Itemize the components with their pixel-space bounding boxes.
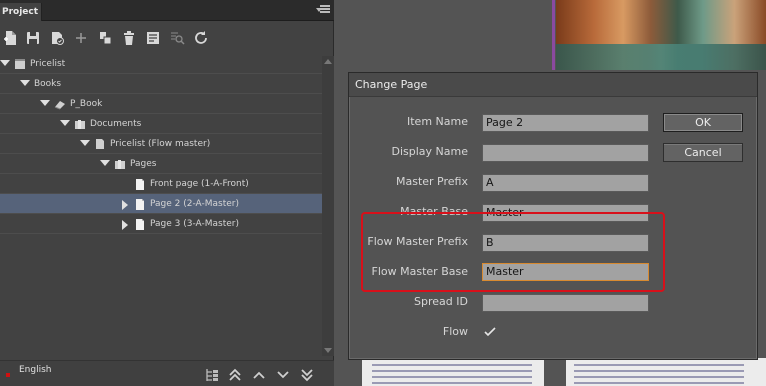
flow-label: Flow	[442, 325, 468, 338]
project-tab[interactable]: Project	[0, 3, 42, 21]
scroll-down-arrow-icon[interactable]	[324, 348, 332, 353]
tree-row[interactable]: Page 2 (2-A-Master)	[0, 194, 322, 214]
cancel-button[interactable]: Cancel	[663, 143, 743, 162]
move-to-bottom-icon[interactable]	[299, 367, 315, 383]
tree-scrollbar[interactable]	[322, 56, 334, 356]
tree-row[interactable]: Front page (1-A-Front)	[0, 174, 322, 194]
expand-triangle-icon[interactable]	[40, 100, 50, 106]
move-to-top-icon[interactable]	[227, 367, 243, 383]
tree-row-label: Front page (1-A-Front)	[150, 179, 249, 189]
language-label[interactable]: English	[19, 365, 52, 375]
tree-row[interactable]: P_Book	[0, 94, 322, 114]
project-toolbar	[0, 26, 334, 50]
spread-id-field[interactable]	[482, 294, 649, 312]
language-indicator-icon	[6, 373, 10, 377]
dialog-title-bar[interactable]: Change Page	[349, 73, 757, 97]
expand-triangle-icon[interactable]	[100, 160, 110, 166]
page-icon	[134, 218, 146, 230]
frame-edge	[552, 0, 555, 70]
save-icon[interactable]	[24, 28, 42, 48]
spread-id-label: Spread ID	[414, 295, 468, 308]
add-icon[interactable]	[72, 28, 90, 48]
tree-row[interactable]: Books	[0, 74, 322, 94]
ok-button[interactable]: OK	[663, 113, 743, 132]
scroll-up-arrow-icon[interactable]	[324, 59, 332, 64]
item-name-field[interactable]: Page 2	[482, 114, 649, 132]
tree-row[interactable]: Page 3 (3-A-Master)	[0, 214, 322, 234]
display-name-field[interactable]	[482, 144, 649, 162]
item-name-label: Item Name	[407, 115, 468, 128]
checkout-icon[interactable]	[48, 28, 66, 48]
move-up-icon[interactable]	[251, 367, 267, 383]
tree-row-label: Pricelist	[30, 59, 66, 69]
tree-row-label: Pricelist (Flow master)	[110, 139, 211, 149]
display-name-label: Display Name	[391, 145, 469, 158]
tree-row-label: Page 2 (2-A-Master)	[150, 199, 239, 209]
panel-tab-bar: Project	[0, 0, 334, 21]
tree-row[interactable]: Pricelist (Flow master)	[0, 134, 322, 154]
expand-triangle-icon[interactable]	[60, 120, 70, 126]
page-preview-right[interactable]	[566, 358, 766, 386]
document-image[interactable]	[556, 0, 766, 70]
tree-row-label: Page 3 (3-A-Master)	[150, 219, 239, 229]
page-icon	[134, 198, 146, 210]
expand-triangle-icon[interactable]	[80, 140, 90, 146]
collapse-triangle-icon[interactable]	[122, 200, 128, 210]
collapse-triangle-icon[interactable]	[122, 220, 128, 230]
tree-row-label: Books	[34, 79, 62, 89]
tree-row-label: Pages	[130, 159, 157, 169]
folder-icon	[114, 158, 126, 170]
properties-icon[interactable]	[144, 28, 162, 48]
master-prefix-label: Master Prefix	[396, 175, 468, 188]
add-pages-icon[interactable]	[96, 28, 114, 48]
refresh-icon[interactable]	[192, 28, 210, 48]
new-item-icon[interactable]	[2, 28, 20, 48]
panel-menu-icon[interactable]	[316, 5, 330, 15]
book-icon	[54, 98, 66, 110]
tree-row[interactable]: Pages	[0, 154, 322, 174]
page-preview-left[interactable]	[362, 358, 544, 386]
expand-triangle-icon[interactable]	[0, 60, 10, 66]
delete-icon[interactable]	[120, 28, 138, 48]
find-icon[interactable]	[168, 28, 186, 48]
hierarchy-icon[interactable]	[204, 367, 220, 383]
expand-triangle-icon[interactable]	[20, 80, 30, 86]
panel-status-bar: English	[0, 360, 334, 386]
tree-row[interactable]: Documents	[0, 114, 322, 134]
folder-icon	[74, 118, 86, 130]
page-icon	[134, 178, 146, 190]
tree-row-label: P_Book	[70, 99, 103, 109]
tree-row[interactable]: Pricelist	[0, 54, 322, 74]
dialog-title: Change Page	[355, 78, 428, 91]
flow-checkbox[interactable]	[483, 325, 497, 339]
tree-row-label: Documents	[90, 119, 142, 129]
annotation-highlight-box	[361, 212, 665, 292]
move-down-icon[interactable]	[275, 367, 291, 383]
project-panel: Project Pricelist Books P_Book Documents…	[0, 0, 334, 386]
master-prefix-field[interactable]: A	[482, 174, 649, 192]
pricelist-icon	[14, 58, 26, 70]
project-tree: Pricelist Books P_Book Documents Pricelist (…	[0, 54, 322, 354]
document-icon	[94, 138, 106, 150]
